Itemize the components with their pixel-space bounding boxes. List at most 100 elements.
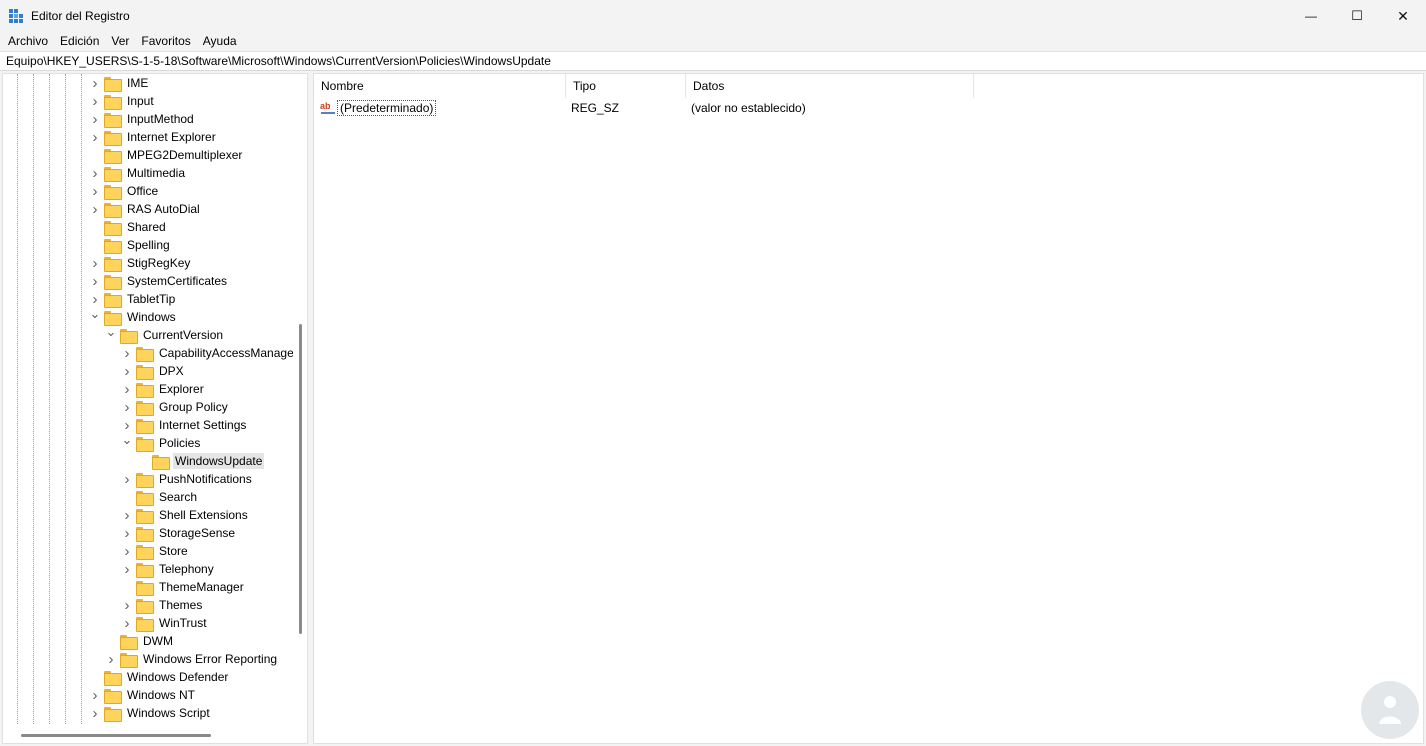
tree-item-label[interactable]: CurrentVersion	[141, 327, 225, 343]
chevron-right-icon[interactable]: ›	[105, 650, 117, 668]
tree-item[interactable]: MPEG2Demultiplexer	[89, 146, 244, 164]
tree-item-label[interactable]: Policies	[157, 435, 202, 451]
tree-item-label[interactable]: WindowsUpdate	[173, 453, 265, 469]
menu-ayuda[interactable]: Ayuda	[197, 32, 243, 50]
tree-item-label[interactable]: Input	[125, 93, 156, 109]
tree-item-label[interactable]: CapabilityAccessManager	[157, 345, 293, 361]
chevron-right-icon[interactable]: ›	[121, 560, 133, 578]
tree-item[interactable]: Spelling	[89, 236, 172, 254]
tree-item[interactable]: › RAS AutoDial	[89, 200, 202, 218]
tree-item-label[interactable]: Windows Script	[125, 705, 212, 721]
tree-horizontal-scrollbar[interactable]	[21, 734, 211, 737]
tree-item-label[interactable]: Spelling	[125, 237, 172, 253]
tree-item[interactable]: ⌄ Windows	[89, 305, 178, 326]
tree-item-label[interactable]: Group Policy	[157, 399, 230, 415]
chevron-right-icon[interactable]: ›	[89, 128, 101, 146]
maximize-button[interactable]: ☐	[1334, 0, 1380, 32]
tree-item-label[interactable]: Windows NT	[125, 687, 197, 703]
tree-item-label[interactable]: TabletTip	[125, 291, 177, 307]
tree-item[interactable]: ⌄ CurrentVersion	[105, 323, 225, 344]
menu-favoritos[interactable]: Favoritos	[135, 32, 196, 50]
chevron-right-icon[interactable]: ›	[89, 74, 101, 92]
tree-item[interactable]: › Themes	[121, 596, 204, 614]
tree-item-label[interactable]: Windows	[125, 309, 178, 325]
column-header-tipo[interactable]: Tipo	[566, 74, 686, 98]
chevron-right-icon[interactable]: ›	[89, 704, 101, 722]
tree-item-label[interactable]: Themes	[157, 597, 204, 613]
tree-item[interactable]: › Store	[121, 542, 190, 560]
tree-item-label[interactable]: MPEG2Demultiplexer	[125, 147, 244, 163]
chevron-down-icon[interactable]: ⌄	[89, 305, 101, 323]
tree-item-label[interactable]: InputMethod	[125, 111, 196, 127]
chevron-right-icon[interactable]: ›	[121, 344, 133, 362]
tree-item-label[interactable]: IME	[125, 75, 150, 91]
tree-item-label[interactable]: StorageSense	[157, 525, 237, 541]
tree-item[interactable]: › Windows NT	[89, 686, 197, 704]
tree-item-label[interactable]: Multimedia	[125, 165, 187, 181]
chevron-right-icon[interactable]: ›	[121, 362, 133, 380]
chevron-down-icon[interactable]: ⌄	[121, 431, 133, 449]
tree-item-label[interactable]: Search	[157, 489, 199, 505]
tree-item-label[interactable]: PushNotifications	[157, 471, 254, 487]
chevron-right-icon[interactable]: ›	[89, 92, 101, 110]
tree-item-label[interactable]: ThemeManager	[157, 579, 246, 595]
tree-item[interactable]: › TabletTip	[89, 290, 177, 308]
chevron-right-icon[interactable]: ›	[121, 470, 133, 488]
column-header-datos[interactable]: Datos	[686, 74, 974, 98]
tree-item[interactable]: › Group Policy	[121, 398, 230, 416]
menu-ver[interactable]: Ver	[105, 32, 135, 50]
tree-item-label[interactable]: Internet Settings	[157, 417, 248, 433]
chevron-right-icon[interactable]: ›	[89, 254, 101, 272]
chevron-right-icon[interactable]: ›	[121, 596, 133, 614]
tree-item[interactable]: › Multimedia	[89, 164, 187, 182]
chevron-right-icon[interactable]: ›	[89, 686, 101, 704]
tree-item[interactable]: › PushNotifications	[121, 470, 254, 488]
chevron-right-icon[interactable]: ›	[89, 110, 101, 128]
tree-view[interactable]: › IME › Input › InputMethod › Internet Explorer…	[3, 74, 293, 724]
tree-item-label[interactable]: Shared	[125, 219, 168, 235]
tree-item-label[interactable]: SystemCertificates	[125, 273, 229, 289]
tree-item[interactable]: › Windows Error Reporting	[105, 650, 279, 668]
tree-item-label[interactable]: Store	[157, 543, 190, 559]
tree-item[interactable]: › Shell Extensions	[121, 506, 250, 524]
tree-item[interactable]: DWM	[105, 632, 175, 650]
tree-item-label[interactable]: DWM	[141, 633, 175, 649]
key-tree-pane[interactable]: › IME › Input › InputMethod › Internet Explorer…	[2, 73, 308, 744]
tree-item[interactable]: ThemeManager	[121, 578, 246, 596]
chevron-right-icon[interactable]: ›	[121, 380, 133, 398]
chevron-right-icon[interactable]: ›	[121, 614, 133, 632]
tree-item-label[interactable]: Telephony	[157, 561, 216, 577]
tree-item[interactable]: › Explorer	[121, 380, 206, 398]
chevron-right-icon[interactable]: ›	[89, 164, 101, 182]
tree-item[interactable]: Shared	[89, 218, 168, 236]
close-button[interactable]: ✕	[1380, 0, 1426, 32]
chevron-down-icon[interactable]: ⌄	[105, 323, 117, 341]
tree-item-label[interactable]: Internet Explorer	[125, 129, 218, 145]
minimize-button[interactable]: —	[1288, 0, 1334, 32]
chevron-right-icon[interactable]: ›	[89, 200, 101, 218]
tree-item[interactable]: › Office	[89, 182, 160, 200]
tree-item[interactable]: › IME	[89, 74, 150, 92]
column-header-nombre[interactable]: Nombre	[314, 74, 566, 98]
tree-item[interactable]: Windows Defender	[89, 668, 230, 686]
tree-item[interactable]: Search	[121, 488, 199, 506]
tree-item-label[interactable]: Office	[125, 183, 160, 199]
tree-item-label[interactable]: Explorer	[157, 381, 206, 397]
values-list-pane[interactable]: Nombre Tipo Datos ab (Predeterminado) RE…	[313, 73, 1424, 744]
menu-edicion[interactable]: Edición	[54, 32, 105, 50]
menu-archivo[interactable]: Archivo	[2, 32, 54, 50]
tree-item[interactable]: › Telephony	[121, 560, 216, 578]
tree-item[interactable]: › StigRegKey	[89, 254, 192, 272]
tree-item-label[interactable]: RAS AutoDial	[125, 201, 202, 217]
tree-item[interactable]: › StorageSense	[121, 524, 237, 542]
tree-item-label[interactable]: Windows Error Reporting	[141, 651, 279, 667]
tree-item[interactable]: › SystemCertificates	[89, 272, 229, 290]
tree-item[interactable]: › Internet Settings	[121, 416, 248, 434]
chevron-right-icon[interactable]: ›	[121, 542, 133, 560]
chevron-right-icon[interactable]: ›	[89, 182, 101, 200]
tree-vertical-scrollbar[interactable]	[299, 324, 302, 634]
tree-item[interactable]: › Input	[89, 92, 156, 110]
address-path[interactable]: Equipo\HKEY_USERS\S-1-5-18\Software\Micr…	[6, 54, 551, 68]
chevron-right-icon[interactable]: ›	[121, 506, 133, 524]
tree-item[interactable]: › Internet Explorer	[89, 128, 218, 146]
